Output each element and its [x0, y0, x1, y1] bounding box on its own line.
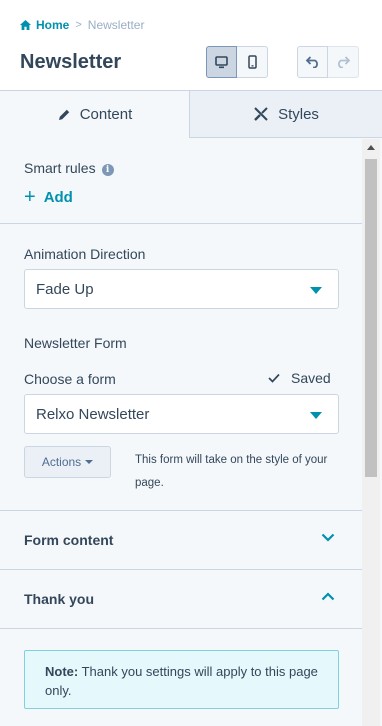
add-smart-rule-label: Add [43, 188, 73, 206]
arrow-up-icon [367, 145, 375, 150]
form-select[interactable]: Relxo Newsletter [24, 394, 339, 434]
smart-rules-heading: Smart rules i [24, 160, 114, 176]
mobile-icon [247, 55, 257, 69]
desktop-view-button[interactable] [206, 46, 237, 78]
breadcrumb-current: Newsletter [87, 18, 145, 32]
breadcrumb-home-label: Home [36, 18, 70, 32]
redo-icon [338, 56, 351, 68]
editor-header: Home > Newsletter Newsletter [0, 0, 382, 90]
caret-down-icon [310, 287, 322, 294]
tab-styles[interactable]: Styles [190, 91, 382, 138]
animation-direction-select[interactable]: Fade Up [24, 269, 339, 309]
history-button-group [297, 46, 359, 78]
content-scrollbar[interactable] [362, 139, 380, 726]
actions-label: Actions [41, 455, 82, 469]
editor-tabs: Content Styles [0, 90, 382, 138]
caret-down-icon [310, 412, 322, 419]
section-thank-you[interactable]: Thank you [0, 570, 362, 628]
saved-status: Saved [268, 370, 331, 386]
animation-direction-label: Animation Direction [24, 246, 146, 262]
add-smart-rule-button[interactable]: + Add [24, 187, 73, 207]
check-icon [268, 373, 280, 383]
mobile-view-button[interactable] [237, 46, 268, 78]
form-select-value: Relxo Newsletter [36, 406, 150, 423]
sidebar-content-panel: Smart rules i + Add Animation Direction F… [0, 139, 362, 726]
form-style-help-text: This form will take on the style of your… [135, 454, 328, 489]
scroll-up-button[interactable] [362, 139, 380, 156]
info-icon[interactable]: i [101, 164, 114, 176]
smart-rules-label: Smart rules [24, 160, 96, 176]
tab-styles-label: Styles [278, 105, 319, 123]
chevron-up-icon [321, 592, 335, 601]
view-toggle-group [206, 46, 268, 78]
tab-content[interactable]: Content [0, 91, 190, 138]
page-title: Newsletter [20, 51, 122, 73]
caret-down-icon [85, 460, 94, 464]
divider [0, 223, 362, 224]
redo-button[interactable] [328, 46, 359, 78]
home-icon [20, 20, 31, 30]
plus-icon: + [24, 186, 36, 208]
divider [0, 628, 362, 629]
pencil-icon [58, 109, 69, 120]
animation-direction-value: Fade Up [36, 281, 94, 298]
breadcrumb-home-link[interactable]: Home [20, 18, 69, 32]
choose-form-label: Choose a form [24, 371, 116, 387]
undo-icon [305, 56, 318, 68]
section-form-content-title: Form content [24, 532, 114, 548]
breadcrumb: Home > Newsletter [20, 17, 144, 33]
scroll-thumb[interactable] [365, 159, 377, 477]
section-form-content[interactable]: Form content [0, 511, 362, 569]
newsletter-form-heading: Newsletter Form [24, 335, 127, 351]
desktop-icon [215, 55, 228, 68]
note-label: Note: [45, 664, 79, 679]
section-thank-you-title: Thank you [24, 591, 95, 607]
tab-content-label: Content [79, 106, 133, 123]
undo-button[interactable] [297, 46, 328, 78]
saved-label: Saved [291, 370, 331, 386]
brush-icon [254, 107, 268, 121]
actions-dropdown-button[interactable]: Actions [24, 446, 111, 478]
thank-you-note: Note: Thank you settings will apply to t… [24, 650, 339, 709]
chevron-down-icon [321, 533, 335, 542]
breadcrumb-separator: > [75, 19, 82, 31]
note-text: Thank you settings will apply to this pa… [45, 664, 318, 698]
